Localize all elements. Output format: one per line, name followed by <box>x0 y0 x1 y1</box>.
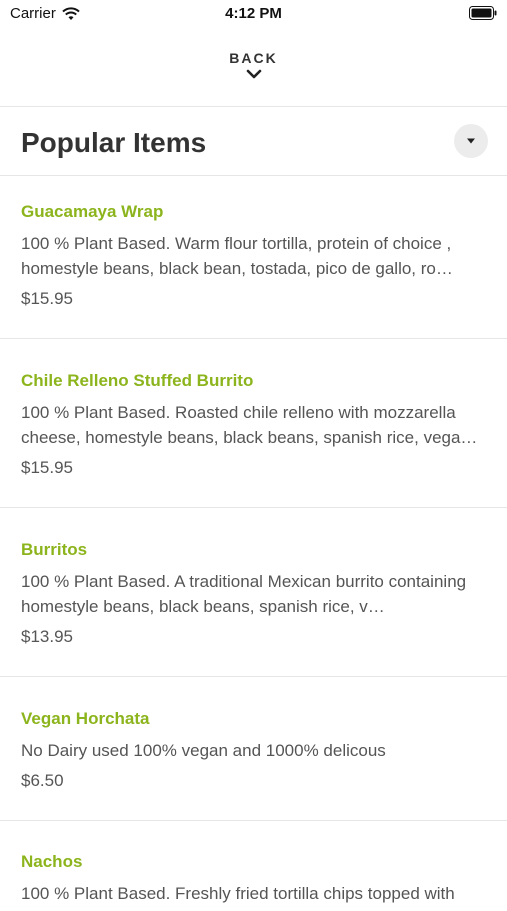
menu-item[interactable]: Chile Relleno Stuffed Burrito 100 % Plan… <box>0 339 507 508</box>
status-time: 4:12 PM <box>225 5 282 22</box>
section-dropdown-button[interactable] <box>454 124 488 158</box>
item-description: 100 % Plant Based. Warm flour tortilla, … <box>21 234 453 278</box>
menu-item[interactable]: Nachos 100 % Plant Based. Freshly fried … <box>0 821 507 911</box>
header-divider <box>0 106 507 107</box>
item-description: 100 % Plant Based. A traditional Mexican… <box>21 572 467 616</box>
section-header: Popular Items <box>0 108 507 174</box>
item-name: Nachos <box>21 852 83 871</box>
battery-icon <box>469 6 497 24</box>
item-description: 100 % Plant Based. Roasted chile relleno… <box>21 403 478 447</box>
status-bar: Carrier 4:12 PM <box>0 0 507 28</box>
caret-down-icon <box>467 138 475 144</box>
item-name: Guacamaya Wrap <box>21 202 164 221</box>
back-button[interactable]: BACK <box>0 50 507 80</box>
item-price: $6.50 <box>21 771 64 790</box>
menu-item[interactable]: Guacamaya Wrap 100 % Plant Based. Warm f… <box>0 176 507 339</box>
item-name: Vegan Horchata <box>21 709 150 728</box>
item-description: No Dairy used 100% vegan and 1000% delic… <box>21 741 386 760</box>
item-description: 100 % Plant Based. Freshly fried tortill… <box>21 884 455 903</box>
menu-item-list: Guacamaya Wrap 100 % Plant Based. Warm f… <box>0 176 507 911</box>
chevron-down-icon <box>246 69 261 79</box>
item-price: $13.95 <box>21 627 73 646</box>
back-label: BACK <box>229 50 278 66</box>
item-name: Chile Relleno Stuffed Burrito <box>21 371 254 390</box>
menu-item[interactable]: Burritos 100 % Plant Based. A traditiona… <box>0 508 507 677</box>
item-price: $15.95 <box>21 458 73 477</box>
item-name: Burritos <box>21 540 88 559</box>
item-price: $15.95 <box>21 289 73 308</box>
menu-item[interactable]: Vegan Horchata No Dairy used 100% vegan … <box>0 677 507 821</box>
section-title: Popular Items <box>21 127 207 158</box>
